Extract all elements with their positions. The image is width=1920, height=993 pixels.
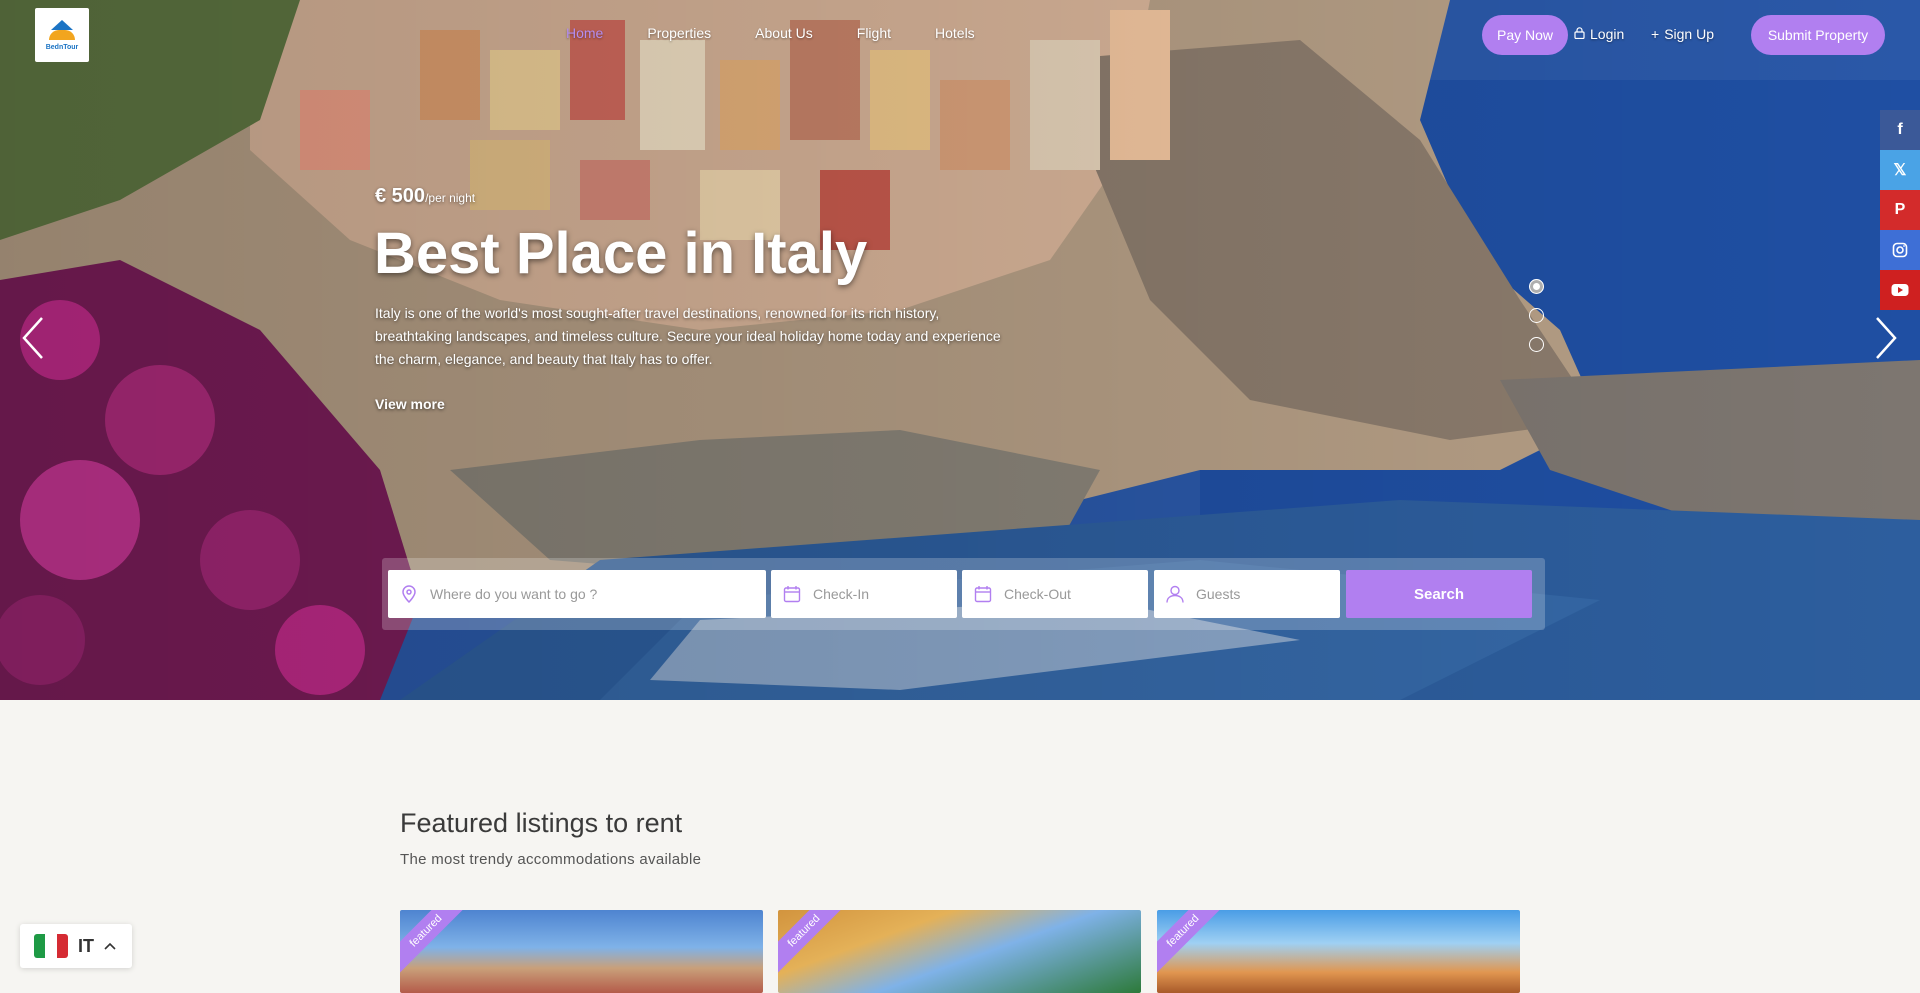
nav-flight[interactable]: Flight <box>857 25 891 41</box>
pinterest-icon[interactable]: P <box>1880 190 1920 230</box>
location-pin-icon <box>388 585 430 603</box>
signup-label: Sign Up <box>1664 26 1714 42</box>
listing-card[interactable]: featured <box>400 910 763 993</box>
logo-mark-icon <box>47 19 77 42</box>
slider-dot-3[interactable] <box>1529 337 1544 352</box>
language-code: IT <box>78 935 94 956</box>
price-value: € 500 <box>375 185 426 207</box>
plus-icon: + <box>1651 26 1660 42</box>
featured-subtitle: The most trendy accommodations available <box>400 851 702 868</box>
view-more-link[interactable]: View more <box>375 396 445 412</box>
hero-title: Best Place in Italy <box>374 221 868 286</box>
chevron-up-icon <box>104 939 116 953</box>
listing-card[interactable]: featured <box>778 910 1141 993</box>
featured-badge: featured <box>778 910 855 982</box>
pay-now-button[interactable]: Pay Now <box>1482 15 1568 55</box>
italy-flag-icon <box>34 934 68 958</box>
guests-placeholder: Guests <box>1196 586 1241 602</box>
search-button[interactable]: Search <box>1346 570 1532 618</box>
slider-prev-arrow-icon[interactable] <box>20 316 46 369</box>
nav-properties[interactable]: Properties <box>647 25 711 41</box>
logo-text: BednTour <box>45 43 79 51</box>
hero-description: Italy is one of the world's most sought-… <box>375 305 1001 367</box>
hero-price: € 500/per night <box>375 185 475 208</box>
language-selector[interactable]: IT <box>20 924 132 968</box>
site-logo[interactable]: BednTour <box>35 8 89 62</box>
login-link[interactable]: Login <box>1574 26 1624 42</box>
destination-placeholder: Where do you want to go ? <box>430 586 598 602</box>
main-nav: Home Properties About Us Flight Hotels <box>566 25 1019 41</box>
slider-dot-1[interactable] <box>1529 279 1544 294</box>
calendar-icon <box>771 585 813 603</box>
instagram-icon[interactable] <box>1880 230 1920 270</box>
login-label: Login <box>1590 26 1625 42</box>
lock-icon <box>1574 26 1585 42</box>
facebook-icon[interactable]: f <box>1880 110 1920 150</box>
slider-dots <box>1529 279 1544 352</box>
checkin-input[interactable]: Check-In <box>771 570 957 618</box>
nav-hotels[interactable]: Hotels <box>935 25 975 41</box>
nav-about-us[interactable]: About Us <box>755 25 813 41</box>
guests-input[interactable]: Guests <box>1154 570 1340 618</box>
signup-link[interactable]: + Sign Up <box>1651 26 1714 42</box>
destination-input[interactable]: Where do you want to go ? <box>388 570 766 618</box>
submit-property-button[interactable]: Submit Property <box>1751 15 1885 55</box>
price-unit: /per night <box>425 191 476 205</box>
checkout-placeholder: Check-Out <box>1004 586 1071 602</box>
slider-dot-2[interactable] <box>1529 308 1544 323</box>
featured-badge: featured <box>1157 910 1234 982</box>
calendar-icon <box>962 585 1004 603</box>
featured-title: Featured listings to rent <box>400 808 683 838</box>
checkout-input[interactable]: Check-Out <box>962 570 1148 618</box>
user-icon <box>1154 584 1196 604</box>
checkin-placeholder: Check-In <box>813 586 870 602</box>
x-icon[interactable]: 𝕏 <box>1880 150 1920 190</box>
nav-home[interactable]: Home <box>566 25 603 41</box>
youtube-icon[interactable] <box>1880 270 1920 310</box>
featured-badge: featured <box>400 910 477 982</box>
listing-card[interactable]: featured <box>1157 910 1520 993</box>
slider-next-arrow-icon[interactable] <box>1873 316 1899 369</box>
social-bar: f 𝕏 P <box>1880 110 1920 310</box>
